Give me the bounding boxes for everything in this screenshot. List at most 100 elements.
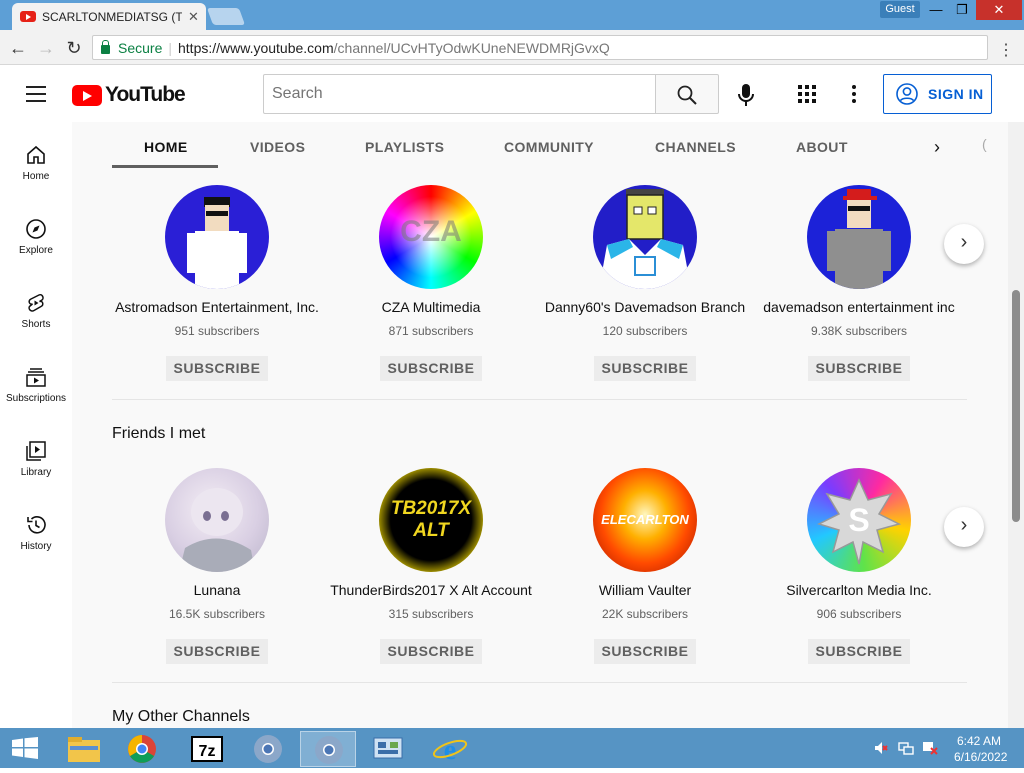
internet-explorer-taskbar-button[interactable]: e (422, 731, 478, 767)
apps-grid-icon[interactable] (798, 85, 816, 103)
subscriber-count: 906 subscribers (816, 607, 902, 621)
system-clock[interactable]: 6:42 AM 6/16/2022 (954, 733, 1007, 765)
tab-channels[interactable]: CHANNELS (655, 139, 736, 155)
chrome-icon (254, 735, 282, 763)
sidebar-item-library[interactable]: Library (0, 440, 72, 514)
chrome-taskbar-button[interactable] (240, 731, 296, 767)
url-domain: https://www.youtube.com (178, 39, 334, 56)
scrollbar-thumb[interactable] (1012, 290, 1020, 522)
url-path: /channel/UCvHTyOdwKUneNEWDMRjGvxQ (333, 39, 610, 56)
guest-profile-badge[interactable]: Guest (880, 1, 920, 18)
sidebar-item-subscriptions[interactable]: Subscriptions (0, 366, 72, 440)
7zip-taskbar-button[interactable]: 7z (180, 731, 236, 767)
shelf-divider (112, 399, 967, 400)
sidebar-item-label: Subscriptions (5, 393, 67, 404)
cartoon-avatar-icon (827, 189, 891, 289)
channel-name[interactable]: Lunana (112, 582, 322, 598)
tabs-next-arrow-icon[interactable]: › (934, 137, 940, 158)
avatar-logo-text: CZA (400, 215, 462, 248)
search-button[interactable] (655, 74, 719, 114)
channel-avatar[interactable] (593, 185, 697, 289)
channel-avatar[interactable] (807, 185, 911, 289)
sidebar-item-label: Home (22, 171, 50, 182)
channel-avatar[interactable]: TB2017X ALT (379, 468, 483, 572)
shelf-title[interactable]: Friends I met (112, 425, 205, 443)
shelf-next-button[interactable]: › (944, 224, 984, 264)
channel-name[interactable]: Astromadson Entertainment, Inc. (112, 299, 322, 315)
sign-in-button[interactable]: SIGN IN (883, 74, 992, 114)
sidebar-item-home[interactable]: Home (0, 144, 72, 218)
channel-avatar[interactable] (165, 468, 269, 572)
channel-name[interactable]: Silvercarlton Media Inc. (754, 582, 964, 598)
channel-name[interactable]: davemadson entertainment inc (754, 299, 964, 315)
tab-about[interactable]: ABOUT (796, 139, 848, 155)
control-panel-taskbar-button[interactable] (360, 731, 416, 767)
minimize-button[interactable]: — (924, 0, 948, 20)
subscribe-button[interactable]: SUBSCRIBE (165, 639, 269, 664)
reload-icon[interactable]: ↻ (64, 38, 84, 59)
volume-muted-icon[interactable] (874, 741, 888, 755)
tab-playlists[interactable]: PLAYLISTS (365, 139, 444, 155)
back-arrow-icon[interactable]: ← (8, 38, 28, 59)
forward-arrow-icon[interactable]: → (36, 38, 56, 59)
channel-card[interactable]: ELECARLTON William Vaulter 22K subscribe… (540, 468, 750, 664)
subscribe-button[interactable]: SUBSCRIBE (807, 639, 911, 664)
tab-videos[interactable]: VIDEOS (250, 139, 305, 155)
url-separator: | (168, 39, 172, 56)
channel-name[interactable]: Danny60's Davemadson Branch (540, 299, 750, 315)
channel-card[interactable]: S Silvercarlton Media Inc. 906 subscribe… (754, 468, 964, 664)
browser-tab[interactable]: SCARLTONMEDIATSG (T ✕ (12, 3, 206, 30)
file-explorer-taskbar-button[interactable] (56, 731, 112, 767)
youtube-logo[interactable]: YouTube (72, 83, 186, 107)
chrome-active-taskbar-button[interactable] (300, 731, 356, 767)
subscribe-button[interactable]: SUBSCRIBE (165, 356, 269, 381)
channel-name[interactable]: CZA Multimedia (326, 299, 536, 315)
search-input[interactable] (263, 74, 656, 114)
folder-icon (68, 737, 100, 762)
tab-close-icon[interactable]: ✕ (188, 9, 199, 25)
lock-icon (101, 39, 110, 54)
sidebar-item-label: Shorts (21, 319, 51, 330)
channel-name[interactable]: ThunderBirds2017 X Alt Account (326, 582, 536, 598)
sidebar-item-history[interactable]: History (0, 514, 72, 588)
channel-card[interactable]: davemadson entertainment inc 9.38K subsc… (754, 185, 964, 381)
channel-card[interactable]: Astromadson Entertainment, Inc. 951 subs… (112, 185, 322, 381)
channel-card[interactable]: Lunana 16.5K subscribers SUBSCRIBE (112, 468, 322, 664)
chrome-taskbar-button[interactable] (114, 731, 170, 767)
browser-menu-icon[interactable]: ⋮ (998, 40, 1014, 60)
subscriptions-icon (26, 368, 46, 387)
subscribe-button[interactable]: SUBSCRIBE (593, 639, 697, 664)
channel-avatar[interactable]: CZA (379, 185, 483, 289)
address-bar[interactable]: Secure | https://www.youtube.com /channe… (92, 35, 988, 60)
compass-icon (26, 219, 46, 239)
windows-start-icon[interactable] (12, 737, 38, 759)
channel-avatar[interactable]: ELECARLTON (593, 468, 697, 572)
shelf-title[interactable]: My Other Channels (112, 708, 250, 726)
more-options-icon[interactable] (850, 84, 858, 104)
channel-tabs: HOME VIDEOS PLAYLISTS COMMUNITY CHANNELS… (72, 122, 1008, 170)
subscribe-button[interactable]: SUBSCRIBE (807, 356, 911, 381)
shelf-next-button[interactable]: › (944, 507, 984, 547)
new-tab-button[interactable] (206, 8, 246, 25)
maximize-button[interactable]: ❐ (950, 0, 974, 20)
subscribe-button[interactable]: SUBSCRIBE (379, 356, 483, 381)
tab-community[interactable]: COMMUNITY (504, 139, 594, 155)
close-window-button[interactable]: ✕ (976, 0, 1022, 20)
sidebar-item-explore[interactable]: Explore (0, 218, 72, 292)
channel-avatar[interactable]: S (807, 468, 911, 572)
channel-card[interactable]: CZA CZA Multimedia 871 subscribers SUBSC… (326, 185, 536, 381)
action-center-icon[interactable] (922, 741, 938, 755)
channel-name[interactable]: William Vaulter (540, 582, 750, 598)
library-icon (26, 441, 46, 461)
control-panel-icon (373, 737, 403, 759)
subscribe-button[interactable]: SUBSCRIBE (379, 639, 483, 664)
sidebar-item-shorts[interactable]: Shorts (0, 292, 72, 366)
tab-home[interactable]: HOME (144, 139, 188, 155)
channel-card[interactable]: TB2017X ALT ThunderBirds2017 X Alt Accou… (326, 468, 536, 664)
channel-card[interactable]: Danny60's Davemadson Branch 120 subscrib… (540, 185, 750, 381)
hamburger-menu-icon[interactable] (26, 86, 46, 102)
microphone-icon[interactable] (736, 83, 756, 107)
subscribe-button[interactable]: SUBSCRIBE (593, 356, 697, 381)
channel-avatar[interactable] (165, 185, 269, 289)
network-icon[interactable] (898, 741, 914, 755)
